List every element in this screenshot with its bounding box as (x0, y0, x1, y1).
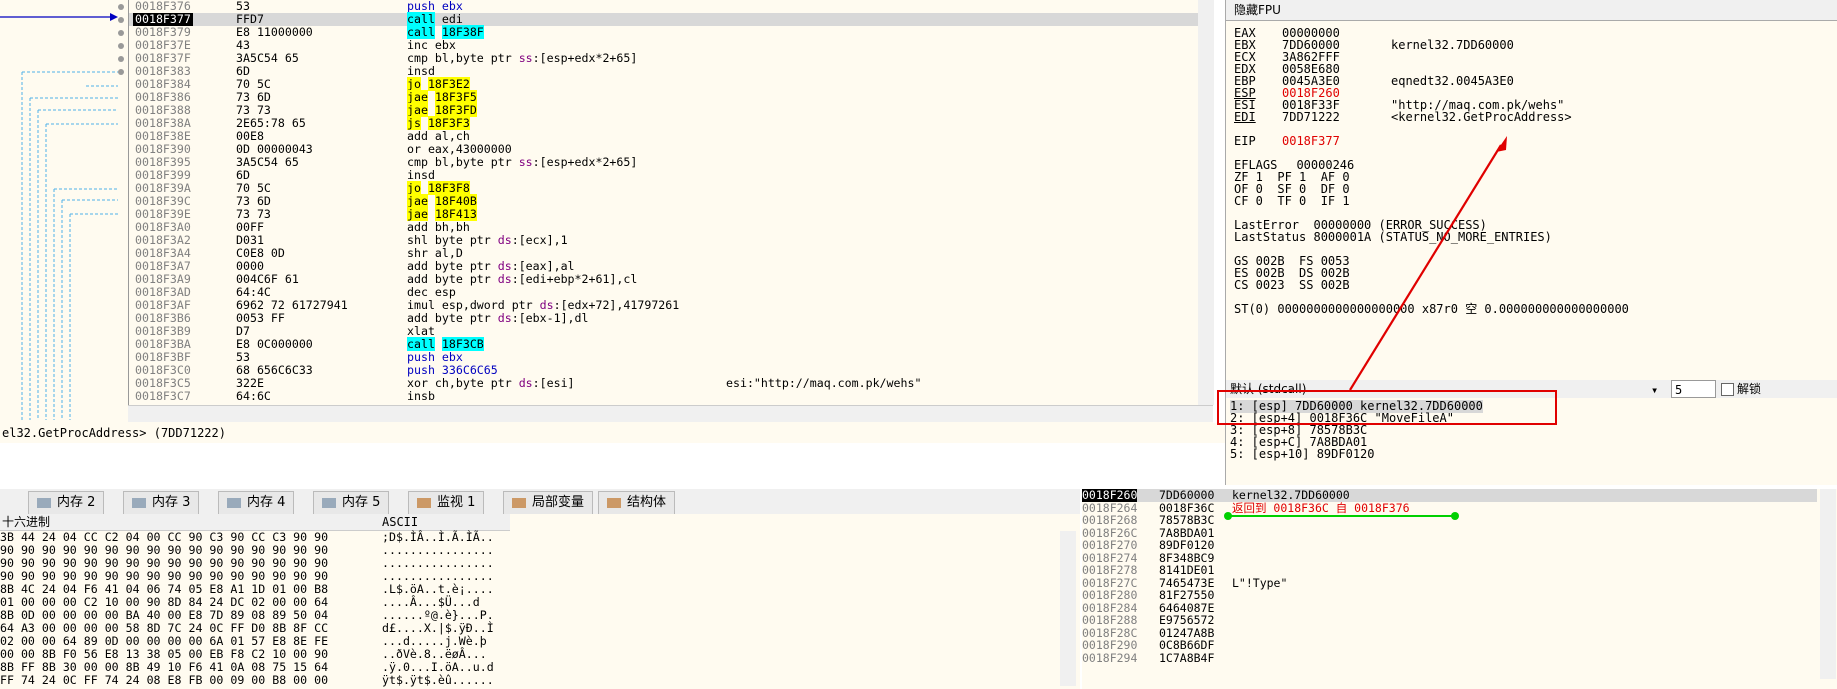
lock-checkbox[interactable] (1721, 383, 1734, 396)
tab-icon (512, 497, 526, 508)
disasm-row[interactable]: 0018F399 6D insd (129, 169, 1214, 182)
tab-4[interactable]: 内存 5 (313, 491, 390, 514)
tab-5[interactable]: 监视 1 (408, 491, 485, 514)
tab-7[interactable]: 结构体 (598, 491, 676, 514)
hex-row[interactable]: FF 74 24 0C FF 74 24 08 E8 FB 00 09 00 B… (0, 674, 328, 687)
disasm-row[interactable]: 0018F3A4 C0E8 0D shr al,D (129, 247, 1214, 260)
stack-row[interactable]: 0018F260 7DD60000 kernel32.7DD60000 (1082, 489, 1817, 502)
stack-row[interactable]: 0018F270 89DF0120 (1082, 539, 1817, 552)
memory-icon (322, 497, 336, 508)
disasm-row[interactable]: 0018F395 3A5C54 65 cmp bl,byte ptr ss:[esp… (129, 156, 1214, 169)
disasm-row[interactable]: 0018F39A 70 5C jo 18F3F8 (129, 181, 1214, 195)
disasm-row[interactable]: 0018F383 6D insd (129, 65, 1214, 78)
dump-vscrollbar[interactable] (1060, 531, 1076, 686)
memory-icon (37, 497, 51, 508)
registers-pane[interactable]: 隐藏FPU EAX 00000000 EBX 7DD60000 kernel32.7DD… (1225, 0, 1837, 380)
arg-count-spinner[interactable]: 5 (1671, 380, 1716, 398)
stack-row[interactable]: 0018F278 8141DE01 (1082, 564, 1817, 577)
disasm-row[interactable]: 0018F39E 73 73 jae 18F413 (129, 207, 1214, 221)
stack-row[interactable]: 0018F280 81F27550 (1082, 589, 1817, 602)
disasm-row[interactable]: 0018F379 E8 11000000 call 18F38F (129, 25, 1214, 39)
register-row[interactable]: EIP 0018F377 (1234, 134, 1340, 148)
disasm-row[interactable]: 0018F39C 73 6D jae 18F40B (129, 194, 1214, 208)
ascii-row[interactable]: ÿt$.ÿt$.èû...... (382, 674, 494, 687)
disasm-row[interactable]: 0018F386 73 6D jae 18F3F5 (129, 90, 1214, 104)
disasm-status-line: el32.GetProcAddress> (7DD71222) (0, 423, 1227, 443)
chevron-down-icon[interactable]: ▾ (1651, 381, 1661, 397)
tab-icon (607, 497, 621, 508)
tab-icon (417, 497, 431, 508)
call-arguments-pane[interactable]: 默认 (stdcall) ▾ 5 解锁 1: [esp] 7DD60000 ke… (1225, 380, 1837, 485)
stack-pane[interactable]: 0018F260 7DD60000 kernel32.7DD60000 0018F26… (1082, 489, 1837, 689)
dump-header: 十六进制 ASCII (0, 514, 510, 531)
hide-fpu-toggle[interactable]: 隐藏FPU (1226, 0, 1837, 21)
disasm-row[interactable]: 0018F376 53 push ebx (129, 0, 1214, 13)
lock-label: 解锁 (1737, 382, 1762, 396)
disasm-row[interactable]: 0018F38A 2E65:78 65 js 18F3F3 (129, 116, 1214, 130)
stack-row[interactable]: 0018F294 1C7A8B4F (1082, 651, 1817, 665)
register-row[interactable]: LastStatus 8000001A (STATUS_NO_MORE_ENTR… (1234, 230, 1552, 244)
disasm-row[interactable]: 0018F3C7 64:6C insb (129, 390, 1214, 403)
memory-icon (227, 497, 241, 508)
calling-convention-select[interactable]: 默认 (stdcall) (1230, 380, 1306, 398)
dump-tabbar: 内存 2 内存 3 内存 4 内存 5 监视 1 局部变量 结构体 (0, 489, 1080, 515)
disassembly-hscrollbar[interactable] (128, 405, 1213, 422)
disasm-row[interactable]: 0018F3A2 D031 shl byte ptr ds:[ecx],1 (129, 234, 1214, 247)
tab-1[interactable]: 内存 2 (28, 491, 105, 514)
tab-6[interactable]: 局部变量 (503, 491, 594, 514)
disasm-row[interactable]: 0018F384 70 5C jo 18F3E2 (129, 77, 1214, 91)
disasm-row[interactable]: 0018F37F 3A5C54 65 cmp bl,byte ptr ss:[esp… (129, 52, 1214, 65)
register-row[interactable]: ST(0) 0000000000000000000 x87r0 空 0.0000… (1234, 302, 1629, 316)
register-row[interactable]: EDI 7DD71222 <kernel32.GetProcAddress> (1234, 110, 1572, 124)
arg-row[interactable]: 5: [esp+10] 89DF0120 (1230, 448, 1375, 461)
tab-2[interactable]: 内存 3 (123, 491, 200, 514)
stack-row[interactable]: 0018F290 0C8B66DF (1082, 639, 1817, 652)
register-row[interactable]: CF 0 TF 0 IF 1 (1234, 194, 1350, 208)
memory-dump-pane[interactable]: 十六进制 ASCII 3B 44 24 04 CC C2 04 00 CC 90… (0, 514, 1080, 689)
hex-column-header: 十六进制 (2, 515, 51, 529)
disassembly-vscrollbar[interactable] (1198, 0, 1214, 405)
disasm-row[interactable]: 0018F3B6 0053 FF add byte ptr ds:[ebx-1],d… (129, 312, 1214, 325)
memory-icon (132, 497, 146, 508)
disasm-row[interactable]: 0018F3C0 68 656C6C33 push 336C6C65 (129, 364, 1214, 377)
disasm-row[interactable]: 0018F3BA E8 0C000000 call 18F3CB (129, 337, 1214, 351)
disasm-row[interactable]: 0018F3C5 322E xor ch,byte ptr ds:[esi] esi:… (129, 377, 1214, 390)
stack-row[interactable]: 0018F268 78578B3C (1082, 514, 1817, 527)
args-toolbar: 默认 (stdcall) ▾ 5 解锁 (1226, 380, 1837, 398)
register-row[interactable]: CS 0023 SS 002B (1234, 278, 1350, 292)
disasm-row[interactable]: 0018F3AF 6962 72 61727941 imul esp,dword p… (129, 299, 1214, 312)
stack-row[interactable]: 0018F288 E9756572 (1082, 614, 1817, 627)
disasm-instruction: cmp bl,byte ptr ss:[esp+edx*2+65] (407, 51, 638, 65)
disasm-row[interactable]: 0018F3A0 00FF add bh,bh (129, 221, 1214, 234)
disasm-address: 0018F3C7 (135, 389, 191, 403)
disassembly-listing[interactable]: 0018F376 53 push ebx 0018F377 FFD7 call edi 00… (128, 0, 1214, 405)
jump-arrows-gutter (0, 0, 128, 425)
disasm-comment: esi:"http://maq.com.pk/wehs" (726, 376, 922, 390)
disasm-instruction: cmp bl,byte ptr ss:[esp+edx*2+65] (407, 155, 638, 169)
tab-3[interactable]: 内存 4 (218, 491, 295, 514)
disassembly-pane[interactable]: 0018F376 53 push ebx 0018F377 FFD7 call edi 00… (0, 0, 1214, 425)
disasm-bytes: 64:6C (236, 389, 271, 403)
disasm-instruction: insb (407, 389, 435, 403)
disasm-row[interactable]: 0018F3A9 004C6F 61 add byte ptr ds:[edi+eb… (129, 273, 1214, 286)
ascii-column-header: ASCII (382, 515, 419, 529)
jump-arrows (0, 4, 124, 420)
stack-vscrollbar[interactable] (1820, 489, 1836, 679)
